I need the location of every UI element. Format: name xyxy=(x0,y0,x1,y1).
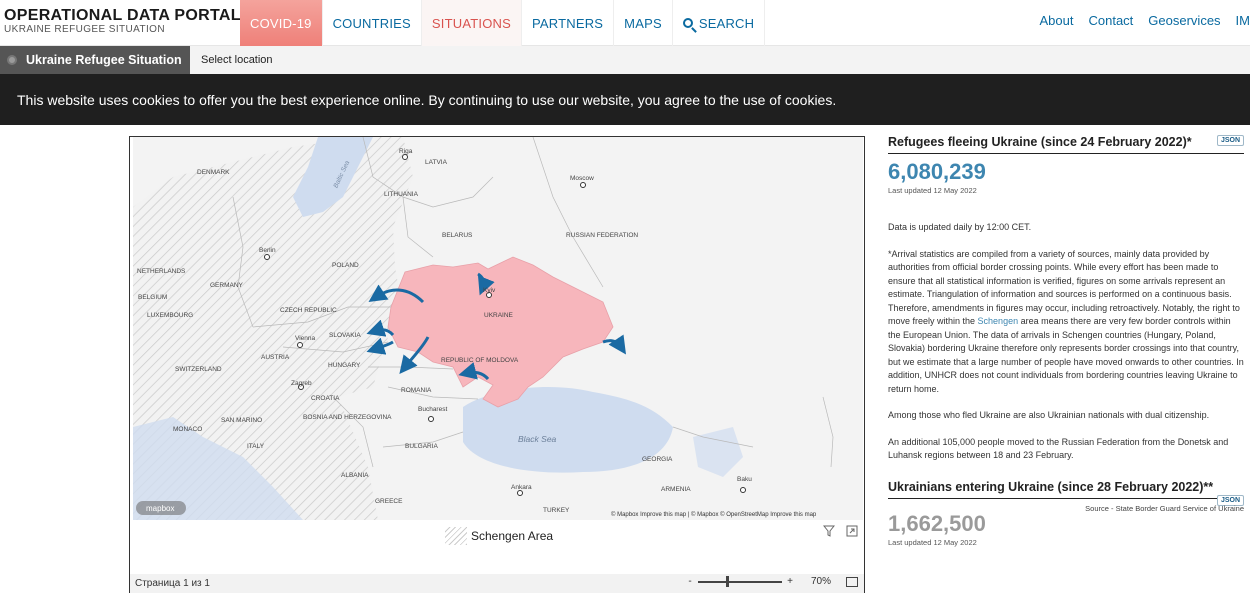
mapbox-logo-text: mapbox xyxy=(146,504,174,513)
brand-title: OPERATIONAL DATA PORTAL xyxy=(4,7,241,24)
label-moscow: Moscow xyxy=(570,175,594,182)
stat2-updated: Last updated 12 May 2022 xyxy=(888,537,977,547)
arrival-statistics-note: *Arrival statistics are compiled from a … xyxy=(888,248,1244,397)
stat1-updated: Last updated 12 May 2022 xyxy=(888,186,977,195)
label-baku: Baku xyxy=(737,476,752,483)
label-berlin: Berlin xyxy=(259,247,276,254)
label-belarus: BELARUS xyxy=(442,232,473,239)
label-bucharest: Bucharest xyxy=(418,406,447,413)
label-italy: ITALY xyxy=(247,443,265,450)
map-viewer: DENMARK LATVIA Riga Baltic Sea LITHUANIA… xyxy=(129,136,865,593)
label-zagreb: Zagreb xyxy=(291,380,312,387)
link-geoservices[interactable]: Geoservices xyxy=(1148,13,1220,28)
label-croatia: CROATIA xyxy=(311,395,340,402)
viewer-toolbar: Страница 1 из 1 - + 70% xyxy=(130,574,864,593)
brand-subtitle: UKRAINE REFUGEE SITUATION xyxy=(4,24,165,35)
nav-search[interactable]: SEARCH xyxy=(673,0,766,46)
top-navigation-bar: OPERATIONAL DATA PORTAL UKRAINE REFUGEE … xyxy=(0,0,1250,46)
situation-title[interactable]: Ukraine Refugee Situation xyxy=(0,46,190,74)
stat2-block: Ukrainians entering Ukraine (since 28 Fe… xyxy=(888,475,1244,547)
filter-icon[interactable] xyxy=(823,525,835,537)
label-greece: GREECE xyxy=(375,498,403,505)
search-icon xyxy=(682,18,693,28)
zoom-level: 70% xyxy=(811,576,832,587)
portal-logo[interactable]: OPERATIONAL DATA PORTAL UKRAINE REFUGEE … xyxy=(4,7,241,35)
note-text-b: area means there are very few border con… xyxy=(888,316,1244,394)
map-attribution[interactable]: © Mapbox Improve this map | © Mapbox © O… xyxy=(611,511,817,518)
label-germany: GERMANY xyxy=(210,282,244,289)
nav-countries[interactable]: COUNTRIES xyxy=(323,0,422,46)
link-im[interactable]: IM xyxy=(1236,13,1250,28)
label-ukraine: UKRAINE xyxy=(484,312,514,319)
zoom-control: - + 70% xyxy=(686,575,859,587)
nav-partners[interactable]: PARTNERS xyxy=(522,0,615,46)
label-austria: AUSTRIA xyxy=(261,354,290,361)
situation-dot-icon xyxy=(7,55,17,65)
label-hungary: HUNGARY xyxy=(328,362,361,369)
stat2-header: Ukrainians entering Ukraine (since 28 Fe… xyxy=(888,475,1244,506)
label-luxembourg: LUXEMBOURG xyxy=(147,312,193,319)
nav-situations[interactable]: SITUATIONS xyxy=(421,0,522,46)
label-denmark: DENMARK xyxy=(197,169,230,176)
schengen-swatch xyxy=(445,527,467,545)
update-note: Data is updated daily by 12:00 CET. xyxy=(888,222,1032,232)
stat1-json-button[interactable]: JSON xyxy=(1216,135,1244,146)
nav-search-label: SEARCH xyxy=(698,15,755,31)
label-netherlands: NETHERLANDS xyxy=(137,268,186,275)
label-russia: RUSSIAN FEDERATION xyxy=(566,232,638,239)
statistics-panel: Refugees fleeing Ukraine (since 24 Febru… xyxy=(888,130,1244,547)
fit-page-icon[interactable] xyxy=(846,576,859,587)
label-latvia: LATVIA xyxy=(425,159,448,166)
mapbox-logo[interactable]: mapbox xyxy=(136,501,186,515)
zoom-out-button[interactable]: - xyxy=(686,576,694,587)
nav-covid-19[interactable]: COVID-19 xyxy=(240,0,323,46)
stat1-title: Refugees fleeing Ukraine (since 24 Febru… xyxy=(888,135,1192,149)
label-turkey: TURKEY xyxy=(543,507,570,514)
label-poland: POLAND xyxy=(332,262,359,269)
label-slovakia: SLOVAKIA xyxy=(329,332,361,339)
label-moldova: REPUBLIC OF MOLDOVA xyxy=(441,357,519,364)
zoom-slider[interactable] xyxy=(698,575,782,587)
label-kyiv: Kyiv xyxy=(483,287,496,294)
label-switzerland: SWITZERLAND xyxy=(175,366,222,373)
stat2-title: Ukrainians entering Ukraine (since 28 Fe… xyxy=(888,479,1214,494)
stat1-header: Refugees fleeing Ukraine (since 24 Febru… xyxy=(888,130,1244,154)
entering-count: 1,662,500 xyxy=(888,510,986,536)
russian-federation-note: An additional 105,000 people moved to th… xyxy=(888,436,1229,461)
situation-bar: Ukraine Refugee Situation Select locatio… xyxy=(0,46,1250,74)
legend-label: Schengen Area xyxy=(471,529,554,543)
stat2-source: Source - State Border Guard Service of U… xyxy=(1085,503,1244,513)
map-legend: Schengen Area xyxy=(445,527,553,545)
label-armenia: ARMENIA xyxy=(661,486,691,493)
label-georgia: GEORGIA xyxy=(642,456,673,463)
expand-icon[interactable] xyxy=(846,525,858,537)
label-romania: ROMANIA xyxy=(401,387,432,394)
page-indicator: Страница 1 из 1 xyxy=(135,578,210,589)
link-about[interactable]: About xyxy=(1040,13,1074,28)
refugees-count: 6,080,239 xyxy=(888,159,986,184)
refugee-map[interactable]: DENMARK LATVIA Riga Baltic Sea LITHUANIA… xyxy=(133,137,863,520)
cookie-banner[interactable]: This website uses cookies to offer you t… xyxy=(0,74,1250,125)
label-san-marino: SAN MARINO xyxy=(221,417,262,424)
label-black-sea: Black Sea xyxy=(518,434,557,444)
dual-citizenship-note: Among those who fled Ukraine are also Uk… xyxy=(888,410,1210,420)
note-text-a: *Arrival statistics are compiled from a … xyxy=(888,248,1240,327)
link-contact[interactable]: Contact xyxy=(1088,13,1133,28)
select-location-dropdown[interactable]: Select location xyxy=(201,46,273,74)
label-lithuania: LITHUANIA xyxy=(384,191,419,198)
label-albania: ALBANIA xyxy=(341,472,369,479)
zoom-in-button[interactable]: + xyxy=(786,576,794,587)
label-monaco: MONACO xyxy=(173,426,202,433)
label-bosnia: BOSNIA AND HERZEGOVINA xyxy=(303,414,392,421)
zoom-slider-handle[interactable] xyxy=(726,575,729,587)
label-vienna: Vienna xyxy=(295,335,316,342)
label-belgium: BELGIUM xyxy=(138,294,167,301)
label-riga: Riga xyxy=(399,148,413,155)
label-bulgaria: BULGARIA xyxy=(405,443,439,450)
nav-maps[interactable]: MAPS xyxy=(614,0,673,46)
situation-title-label: Ukraine Refugee Situation xyxy=(26,53,182,67)
label-czech: CZECH REPUBLIC xyxy=(280,307,337,314)
schengen-link[interactable]: Schengen xyxy=(978,316,1019,326)
label-ankara: Ankara xyxy=(511,484,532,491)
